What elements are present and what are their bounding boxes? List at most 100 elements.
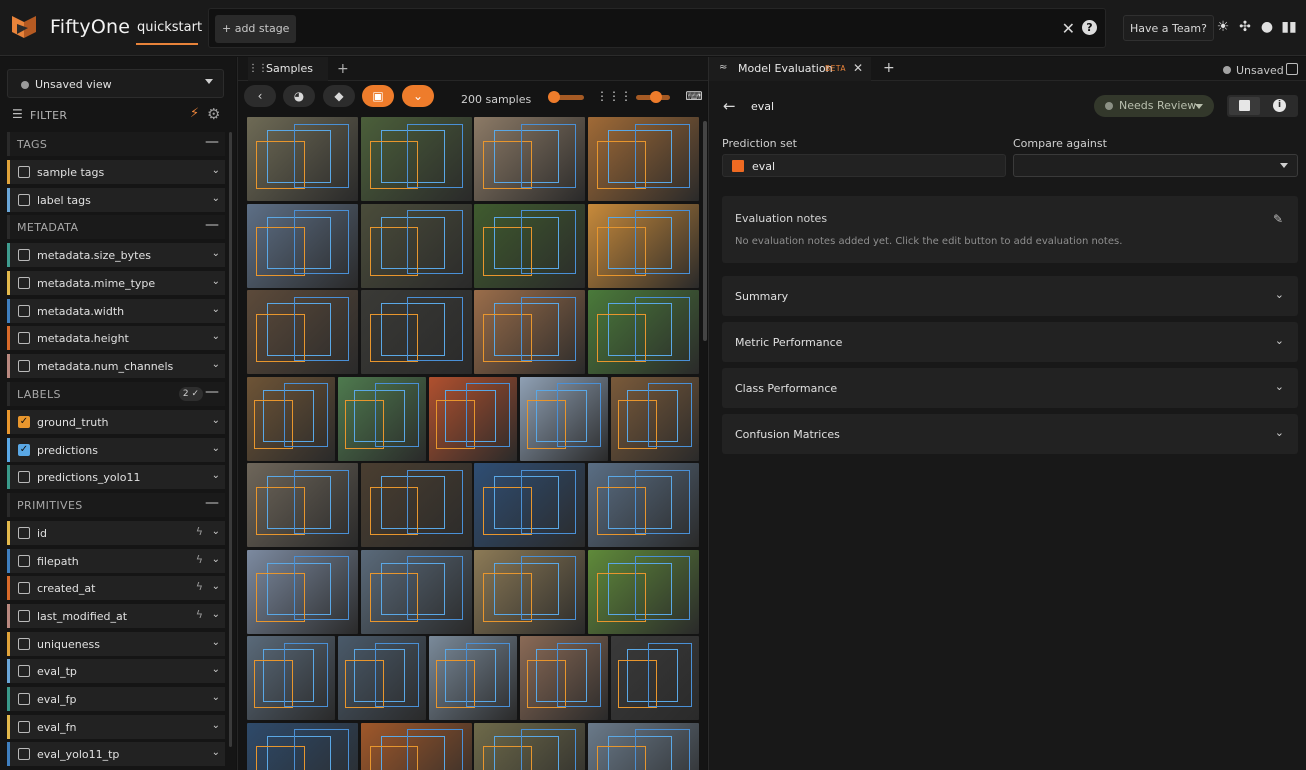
field-checkbox[interactable]: [18, 471, 30, 484]
field-checkbox[interactable]: [18, 360, 30, 373]
size-slider[interactable]: [636, 91, 670, 103]
sidebar-field-ground-truth[interactable]: ✓ ground_truth ⌄: [7, 409, 225, 434]
sample-thumbnail[interactable]: [474, 203, 586, 288]
sample-thumbnail[interactable]: [519, 376, 609, 461]
color-palette-icon[interactable]: ◕: [283, 85, 315, 107]
field-checkbox[interactable]: ✓: [18, 443, 30, 456]
gear-icon[interactable]: ⚙: [207, 105, 220, 123]
view-select[interactable]: Unsaved view: [7, 69, 224, 98]
sidebar-field-eval-fp[interactable]: eval_fp ⌄: [7, 687, 225, 711]
section-summary[interactable]: Summary ⌄: [722, 276, 1298, 316]
sample-thumbnail[interactable]: [474, 549, 586, 634]
sidebar-scrollbar[interactable]: [229, 132, 232, 747]
sample-thumbnail[interactable]: [360, 463, 472, 547]
sidebar-section-primitives[interactable]: PRIMITIVES —: [7, 492, 225, 517]
field-checkbox[interactable]: [18, 304, 30, 317]
collapse-minus-icon[interactable]: —: [205, 495, 219, 511]
help-icon[interactable]: ?: [1082, 20, 1097, 35]
field-checkbox[interactable]: [18, 193, 30, 206]
sample-thumbnail[interactable]: [247, 463, 359, 547]
sample-thumbnail[interactable]: [360, 203, 472, 288]
sample-thumbnail[interactable]: [474, 463, 586, 547]
section-confusion-matrices[interactable]: Confusion Matrices ⌄: [722, 414, 1298, 454]
slack-icon[interactable]: ✣: [1237, 19, 1253, 35]
zoom-slider[interactable]: [548, 91, 584, 103]
chevron-down-icon[interactable]: ⌄: [212, 331, 220, 342]
chevron-down-icon[interactable]: ⌄: [212, 747, 220, 758]
tag-icon[interactable]: ◆: [323, 85, 355, 107]
sidebar-field-eval-tp[interactable]: eval_tp ⌄: [7, 659, 225, 684]
chevron-down-icon[interactable]: ⌄: [212, 470, 220, 481]
sample-thumbnail[interactable]: [587, 722, 699, 770]
add-panel-tab-button[interactable]: +: [883, 60, 895, 76]
slider-knob[interactable]: [548, 91, 560, 103]
sample-thumbnail[interactable]: [428, 636, 518, 720]
field-checkbox[interactable]: [18, 249, 30, 262]
split-layout-icon[interactable]: [1286, 63, 1298, 75]
sidebar-field-filepath[interactable]: filepath ϟ ⌄: [7, 548, 225, 573]
sidebar-field-uniqueness[interactable]: uniqueness ⌄: [7, 631, 225, 656]
sample-thumbnail[interactable]: [360, 722, 472, 770]
chevron-down-icon[interactable]: ⌄: [402, 85, 434, 107]
chevron-left-icon[interactable]: ‹: [244, 85, 276, 107]
sample-thumbnail[interactable]: [474, 117, 586, 201]
chevron-down-icon[interactable]: ⌄: [212, 526, 220, 537]
chevron-down-icon[interactable]: ⌄: [1275, 334, 1284, 347]
back-arrow-icon[interactable]: ←: [723, 97, 736, 115]
collapse-minus-icon[interactable]: —: [205, 217, 219, 233]
sample-thumbnail[interactable]: [360, 117, 472, 201]
chevron-down-icon[interactable]: ⌄: [212, 581, 220, 592]
sidebar-field-metadata-width[interactable]: metadata.width ⌄: [7, 298, 225, 323]
sidebar-field-eval-yolo11-tp[interactable]: eval_yolo11_tp ⌄: [7, 742, 225, 767]
add-tab-button[interactable]: +: [337, 57, 349, 81]
sample-thumbnail[interactable]: [247, 117, 359, 201]
chevron-down-icon[interactable]: ⌄: [1275, 426, 1284, 439]
sidebar-section-labels[interactable]: LABELS 2 ✓ —: [7, 381, 225, 406]
sidebar-field-id[interactable]: id ϟ ⌄: [7, 520, 225, 545]
sidebar-field-predictions-yolo11[interactable]: predictions_yolo11 ⌄: [7, 465, 225, 490]
sidebar-field-created-at[interactable]: created_at ϟ ⌄: [7, 576, 225, 601]
sample-thumbnail[interactable]: [474, 722, 586, 770]
sidebar-field-label-tags[interactable]: label tags ⌄: [7, 187, 225, 212]
section-class-performance[interactable]: Class Performance ⌄: [722, 368, 1298, 408]
field-checkbox[interactable]: [18, 665, 30, 678]
chevron-down-icon[interactable]: ⌄: [1275, 380, 1284, 393]
chevron-down-icon[interactable]: ⌄: [212, 193, 220, 204]
sample-thumbnail[interactable]: [360, 290, 472, 374]
chevron-down-icon[interactable]: ⌄: [212, 692, 220, 703]
sample-thumbnail[interactable]: [519, 636, 609, 720]
tab-model-evaluation[interactable]: ≈ Model Evaluation BETA ✕: [709, 57, 871, 81]
sidebar-section-metadata[interactable]: METADATA —: [7, 215, 225, 240]
field-checkbox[interactable]: [18, 277, 30, 290]
sidebar-section-tags[interactable]: TAGS —: [7, 132, 225, 156]
github-icon[interactable]: ●: [1259, 19, 1275, 35]
sample-thumbnail[interactable]: [360, 549, 472, 634]
sample-thumbnail[interactable]: [337, 376, 427, 461]
collapse-minus-icon[interactable]: —: [205, 134, 219, 150]
sample-thumbnail[interactable]: [474, 290, 586, 374]
sidebar-field-predictions[interactable]: ✓ predictions ⌄: [7, 437, 225, 462]
view-stage-bar[interactable]: + add stage ✕ ?: [208, 8, 1106, 48]
patches-icon[interactable]: ▣: [362, 85, 394, 107]
tab-samples[interactable]: ⋮⋮ Samples: [248, 57, 328, 81]
sample-thumbnail[interactable]: [587, 203, 699, 288]
chevron-down-icon[interactable]: ⌄: [212, 720, 220, 731]
field-checkbox[interactable]: [18, 166, 30, 178]
chevron-down-icon[interactable]: ⌄: [212, 664, 220, 675]
close-tab-icon[interactable]: ✕: [853, 61, 863, 75]
field-checkbox[interactable]: [18, 332, 30, 345]
sample-thumbnail[interactable]: [247, 722, 359, 770]
chevron-down-icon[interactable]: ⌄: [212, 359, 220, 370]
lightning-icon[interactable]: ⚡: [190, 106, 199, 121]
field-checkbox[interactable]: [18, 526, 30, 539]
sidebar-field-sample-tags[interactable]: sample tags ⌄: [7, 160, 225, 184]
compare-against-select[interactable]: [1013, 154, 1298, 177]
field-checkbox[interactable]: [18, 720, 30, 733]
chevron-down-icon[interactable]: ⌄: [212, 609, 220, 620]
grid-layout-icon[interactable]: ⋮⋮⋮: [596, 85, 632, 107]
chevron-down-icon[interactable]: ⌄: [212, 276, 220, 287]
sidebar-field-eval-fn[interactable]: eval_fn ⌄: [7, 714, 225, 739]
sample-thumbnail[interactable]: [337, 636, 427, 720]
field-checkbox[interactable]: [18, 582, 30, 595]
sample-thumbnail[interactable]: [610, 376, 699, 461]
